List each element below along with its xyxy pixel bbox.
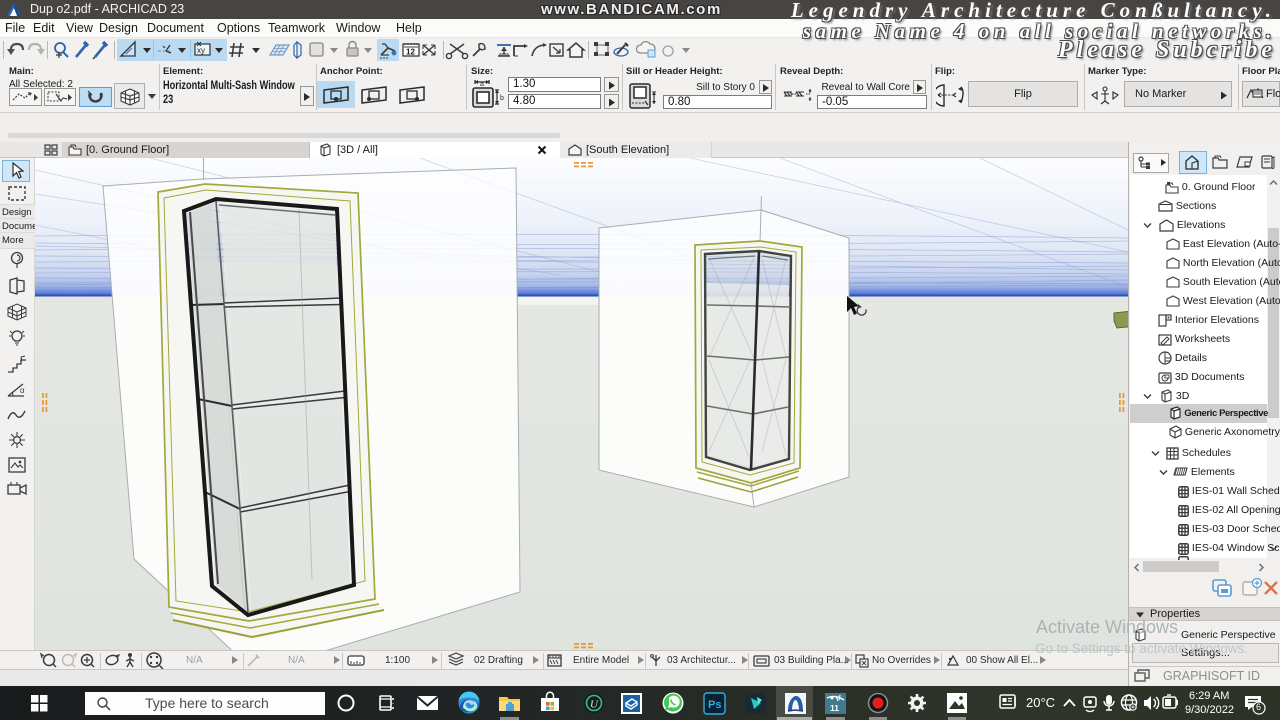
svg-text:α: α bbox=[20, 386, 25, 395]
svg-text:11: 11 bbox=[830, 703, 839, 713]
svg-text:a: a bbox=[480, 81, 484, 88]
svg-text:U: U bbox=[590, 699, 599, 711]
svg-text:xy: xy bbox=[197, 46, 205, 55]
svg-text:Ps: Ps bbox=[708, 699, 721, 711]
svg-text:b: b bbox=[500, 95, 504, 102]
svg-text:12: 12 bbox=[406, 48, 415, 57]
